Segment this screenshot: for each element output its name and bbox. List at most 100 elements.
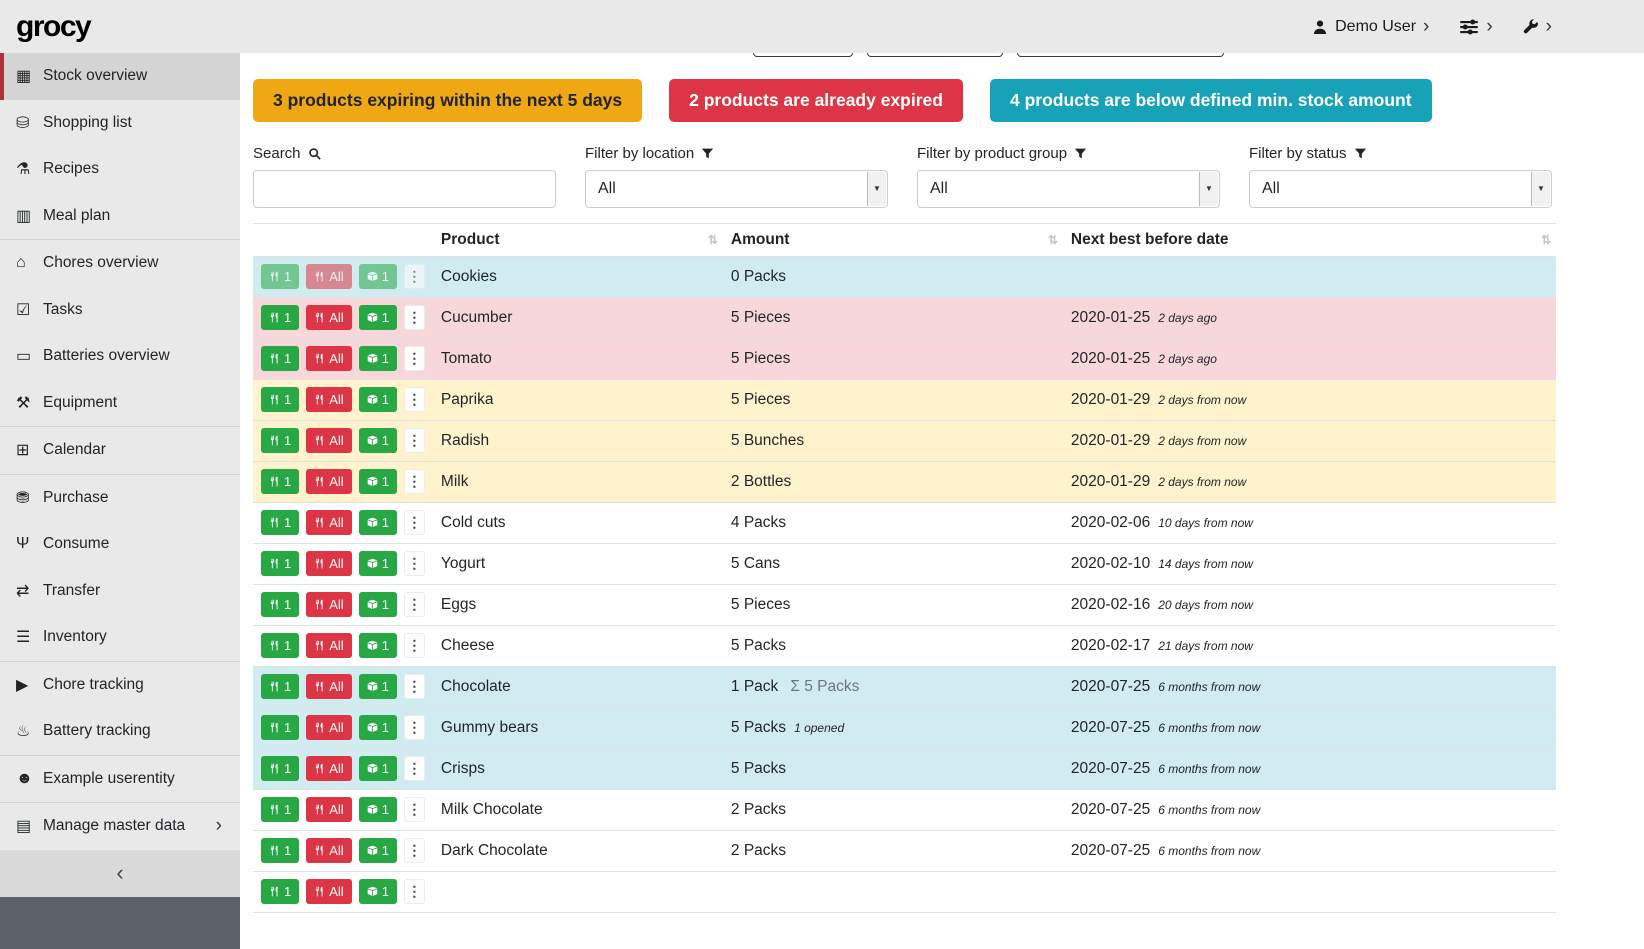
- open-one-button[interactable]: 1: [359, 387, 397, 412]
- date-note: 6 months from now: [1158, 721, 1260, 735]
- user-menu[interactable]: Demo User ›: [1312, 17, 1429, 36]
- consume-one-button[interactable]: 1: [261, 305, 299, 330]
- open-one-button[interactable]: 1: [359, 346, 397, 371]
- admin-menu[interactable]: ›: [1523, 17, 1552, 36]
- sidebar-item-manage-master-data[interactable]: ▤ Manage master data ›: [0, 803, 240, 850]
- utensils-icon: [269, 722, 280, 733]
- sidebar-item-tasks[interactable]: ☑ Tasks: [0, 287, 240, 334]
- consume-one-button[interactable]: 1: [261, 674, 299, 699]
- consume-one-button[interactable]: 1: [261, 469, 299, 494]
- consume-one-button[interactable]: 1: [261, 879, 299, 904]
- consume-one-button[interactable]: 1: [261, 592, 299, 617]
- row-menu-button[interactable]: ⋮: [404, 305, 425, 330]
- consume-all-button[interactable]: All: [306, 387, 351, 412]
- row-menu-button[interactable]: ⋮: [404, 346, 425, 371]
- open-one-button[interactable]: 1: [359, 592, 397, 617]
- open-one-button[interactable]: 1: [359, 674, 397, 699]
- open-one-button[interactable]: 1: [359, 264, 397, 289]
- row-menu-button[interactable]: ⋮: [404, 264, 425, 289]
- consume-all-button[interactable]: All: [306, 592, 351, 617]
- open-one-button[interactable]: 1: [359, 756, 397, 781]
- consume-one-button[interactable]: 1: [261, 797, 299, 822]
- sidebar-item-consume[interactable]: Ψ Consume: [0, 521, 240, 568]
- consume-all-button[interactable]: All: [306, 305, 351, 330]
- sidebar-item-example-userentity[interactable]: ☻ Example userentity: [0, 756, 240, 803]
- below-min-stock-banner[interactable]: 4 products are below defined min. stock …: [990, 79, 1432, 122]
- row-menu-button[interactable]: ⋮: [404, 715, 425, 740]
- open-one-button[interactable]: 1: [359, 838, 397, 863]
- expiring-banner[interactable]: 3 products expiring within the next 5 da…: [253, 79, 642, 122]
- sidebar-item-meal-plan[interactable]: ▥ Meal plan: [0, 193, 240, 240]
- open-one-button[interactable]: 1: [359, 510, 397, 535]
- open-one-button[interactable]: 1: [359, 305, 397, 330]
- consume-all-button[interactable]: All: [306, 633, 351, 658]
- consume-one-button[interactable]: 1: [261, 756, 299, 781]
- product-column-header[interactable]: Product ⇅: [433, 223, 723, 256]
- sidebar-item-calendar[interactable]: ⊞ Calendar: [0, 427, 240, 474]
- consume-all-button[interactable]: All: [306, 838, 351, 863]
- open-one-button[interactable]: 1: [359, 633, 397, 658]
- consume-all-button[interactable]: All: [306, 797, 351, 822]
- consume-one-button[interactable]: 1: [261, 510, 299, 535]
- amount-column-header[interactable]: Amount ⇅: [723, 223, 1063, 256]
- app-logo[interactable]: grocy: [16, 10, 90, 44]
- sidebar-item-purchase[interactable]: ⛃ Purchase: [0, 475, 240, 522]
- consume-all-button[interactable]: All: [306, 264, 351, 289]
- best-before-column-header[interactable]: Next best before date ⇅: [1063, 223, 1556, 256]
- open-one-button[interactable]: 1: [359, 469, 397, 494]
- consume-one-button[interactable]: 1: [261, 633, 299, 658]
- row-menu-button[interactable]: ⋮: [404, 797, 425, 822]
- consume-all-button[interactable]: All: [306, 756, 351, 781]
- open-one-button[interactable]: 1: [359, 715, 397, 740]
- sidebar-item-battery-tracking[interactable]: ♨ Battery tracking: [0, 708, 240, 755]
- product-group-filter-select[interactable]: All ▼: [917, 170, 1220, 208]
- consume-all-button[interactable]: All: [306, 715, 351, 740]
- consume-all-button[interactable]: All: [306, 674, 351, 699]
- sidebar-item-transfer[interactable]: ⇄ Transfer: [0, 568, 240, 615]
- expired-banner[interactable]: 2 products are already expired: [669, 79, 963, 122]
- row-menu-button[interactable]: ⋮: [404, 838, 425, 863]
- sidebar-item-stock-overview[interactable]: ▦ Stock overview: [0, 53, 240, 100]
- sidebar-item-inventory[interactable]: ☰ Inventory: [0, 614, 240, 661]
- row-menu-button[interactable]: ⋮: [404, 592, 425, 617]
- sidebar-item-label: Consume: [43, 535, 109, 553]
- search-input[interactable]: [253, 170, 556, 208]
- open-one-button[interactable]: 1: [359, 428, 397, 453]
- row-menu-button[interactable]: ⋮: [404, 879, 425, 904]
- consume-one-button[interactable]: 1: [261, 838, 299, 863]
- sidebar-collapse-button[interactable]: ‹: [0, 850, 240, 897]
- consume-one-button[interactable]: 1: [261, 264, 299, 289]
- sidebar-item-recipes[interactable]: ⚗ Recipes: [0, 146, 240, 193]
- row-menu-button[interactable]: ⋮: [404, 674, 425, 699]
- row-menu-button[interactable]: ⋮: [404, 756, 425, 781]
- consume-one-button[interactable]: 1: [261, 551, 299, 576]
- row-menu-button[interactable]: ⋮: [404, 469, 425, 494]
- open-one-label: 1: [382, 802, 389, 817]
- status-filter-select[interactable]: All ▼: [1249, 170, 1552, 208]
- open-one-button[interactable]: 1: [359, 551, 397, 576]
- sidebar-item-chore-tracking[interactable]: ▶ Chore tracking: [0, 662, 240, 709]
- consume-one-button[interactable]: 1: [261, 715, 299, 740]
- row-menu-button[interactable]: ⋮: [404, 551, 425, 576]
- consume-all-button[interactable]: All: [306, 879, 351, 904]
- consume-all-button[interactable]: All: [306, 551, 351, 576]
- sidebar-item-equipment[interactable]: ⚒ Equipment: [0, 380, 240, 427]
- consume-all-button[interactable]: All: [306, 346, 351, 371]
- sidebar-item-chores-overview[interactable]: ⌂ Chores overview: [0, 240, 240, 287]
- open-one-button[interactable]: 1: [359, 879, 397, 904]
- sidebar-item-batteries-overview[interactable]: ▭ Batteries overview: [0, 333, 240, 380]
- consume-one-button[interactable]: 1: [261, 428, 299, 453]
- sidebar-item-shopping-list[interactable]: ⛁ Shopping list: [0, 100, 240, 147]
- row-menu-button[interactable]: ⋮: [404, 510, 425, 535]
- settings-menu[interactable]: ›: [1459, 17, 1492, 37]
- location-filter-select[interactable]: All ▼: [585, 170, 888, 208]
- consume-all-button[interactable]: All: [306, 428, 351, 453]
- row-menu-button[interactable]: ⋮: [404, 428, 425, 453]
- consume-one-button[interactable]: 1: [261, 346, 299, 371]
- consume-all-button[interactable]: All: [306, 510, 351, 535]
- consume-all-button[interactable]: All: [306, 469, 351, 494]
- row-menu-button[interactable]: ⋮: [404, 387, 425, 412]
- consume-one-button[interactable]: 1: [261, 387, 299, 412]
- open-one-button[interactable]: 1: [359, 797, 397, 822]
- row-menu-button[interactable]: ⋮: [404, 633, 425, 658]
